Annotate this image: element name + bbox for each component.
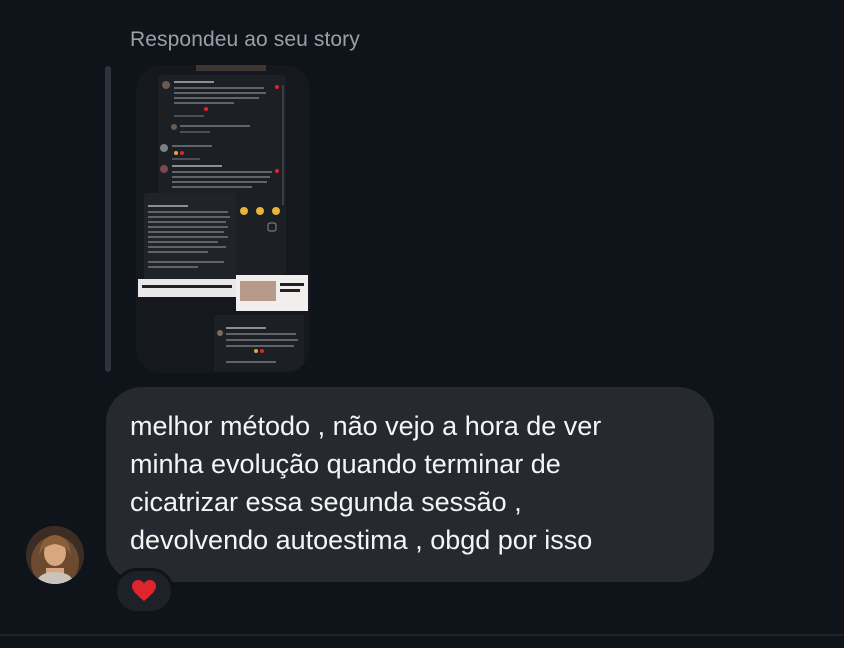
message-bubble[interactable]: melhor método , não vejo a hora de ver m… xyxy=(106,387,714,582)
reply-quote-bar xyxy=(105,66,111,372)
heart-icon xyxy=(132,580,156,601)
reply-to-story-label: Respondeu ao seu story xyxy=(130,28,360,51)
avatar-image xyxy=(26,526,84,584)
reaction-badge[interactable] xyxy=(114,568,174,614)
user-avatar[interactable] xyxy=(26,526,84,584)
story-screenshot-image xyxy=(136,65,310,373)
chat-thread: Respondeu ao seu story melhor método , n… xyxy=(0,0,844,648)
story-thumbnail[interactable] xyxy=(136,65,310,373)
message-text: melhor método , não vejo a hora de ver m… xyxy=(130,411,602,555)
composer-divider xyxy=(0,634,844,636)
